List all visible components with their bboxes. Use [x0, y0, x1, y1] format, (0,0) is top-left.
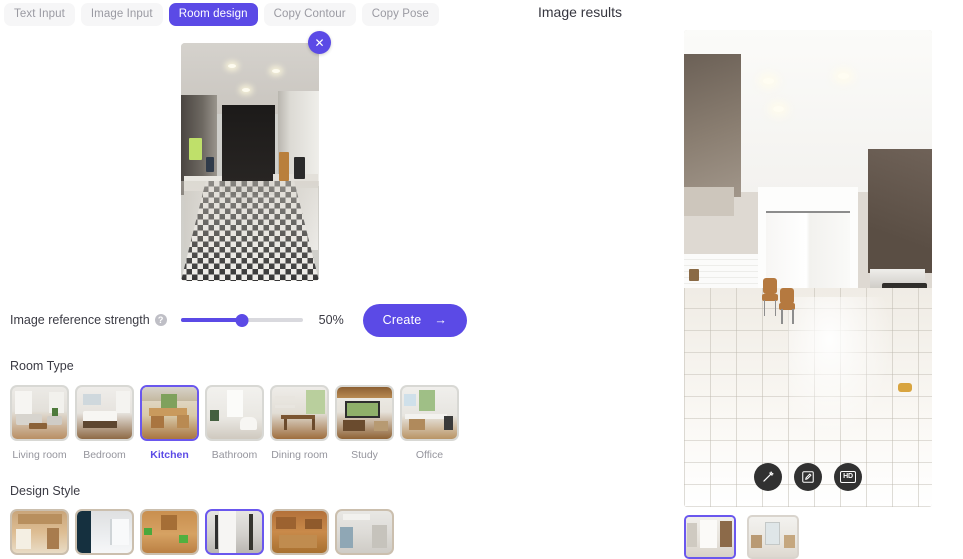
room-type-thumbnail[interactable] — [335, 385, 394, 441]
result-thumbnail-list — [684, 515, 799, 559]
room-type-label: Kitchen — [150, 449, 189, 461]
help-circle-icon[interactable]: ? — [154, 314, 167, 326]
result-image[interactable]: HD — [684, 30, 932, 507]
image-reference-strength-value: 50% — [318, 313, 344, 327]
room-type-label: Living room — [12, 449, 67, 461]
create-button-label: Create — [382, 313, 422, 327]
room-type-option-office[interactable]: Office — [400, 385, 459, 462]
design-style-option-6[interactable] — [335, 509, 394, 555]
hd-label: HD — [840, 471, 856, 483]
room-type-label: Office — [415, 449, 444, 461]
design-style-option-5[interactable] — [270, 509, 329, 555]
arrow-right-icon: → — [434, 313, 448, 327]
design-style-title: Design Style — [10, 484, 81, 498]
result-thumbnail-1[interactable] — [684, 515, 736, 559]
room-type-thumbnail[interactable] — [400, 385, 459, 441]
uploaded-image-container: ✕ — [181, 31, 331, 281]
result-action-buttons: HD — [754, 463, 862, 491]
room-type-option-dining-room[interactable]: Dining room — [270, 385, 329, 462]
room-type-label: Dining room — [271, 449, 328, 461]
room-type-thumbnail[interactable] — [140, 385, 199, 441]
room-type-label: Bedroom — [83, 449, 126, 461]
image-reference-strength-label: Image reference strength — [10, 313, 150, 327]
image-results-panel: Image results HD — [500, 0, 963, 559]
slider-thumb[interactable] — [235, 313, 249, 327]
room-type-thumbnail[interactable] — [205, 385, 264, 441]
design-style-option-3[interactable] — [140, 509, 199, 555]
room-design-app: Text Input Image Input Room design Copy … — [0, 0, 963, 559]
tab-room-design[interactable]: Room design — [168, 3, 258, 26]
room-type-option-kitchen[interactable]: Kitchen — [140, 385, 199, 462]
room-type-option-living-room[interactable]: Living room — [10, 385, 69, 462]
room-type-title: Room Type — [10, 359, 74, 373]
room-type-option-study[interactable]: Study — [335, 385, 394, 462]
design-style-option-4[interactable] — [205, 509, 264, 555]
hd-icon[interactable]: HD — [834, 463, 862, 491]
room-type-thumbnail[interactable] — [10, 385, 69, 441]
tab-copy-contour[interactable]: Copy Contour — [263, 3, 356, 26]
image-results-title: Image results — [538, 4, 623, 20]
design-style-options — [0, 509, 500, 555]
mode-tabbar: Text Input Image Input Room design Copy … — [0, 0, 500, 26]
image-reference-strength-row: Image reference strength ? 50% Create → — [0, 303, 500, 337]
room-type-option-bedroom[interactable]: Bedroom — [75, 385, 134, 462]
magic-wand-icon[interactable] — [754, 463, 782, 491]
remove-image-button[interactable]: ✕ — [308, 31, 331, 54]
room-type-label: Bathroom — [211, 449, 258, 461]
design-style-option-2[interactable] — [75, 509, 134, 555]
result-thumbnail-2[interactable] — [747, 515, 799, 559]
left-controls-panel: Text Input Image Input Room design Copy … — [0, 0, 500, 559]
tab-text-input[interactable]: Text Input — [4, 3, 75, 26]
room-type-thumbnail[interactable] — [270, 385, 329, 441]
image-reference-strength-slider[interactable] — [180, 313, 303, 327]
create-button[interactable]: Create → — [362, 303, 468, 337]
tab-copy-pose[interactable]: Copy Pose — [361, 3, 439, 26]
room-type-options: Living room Bedroom Kitchen Bathroom Din… — [0, 385, 500, 462]
design-style-option-1[interactable] — [10, 509, 69, 555]
uploaded-image[interactable] — [181, 43, 319, 281]
room-type-label: Study — [351, 449, 378, 461]
room-type-thumbnail[interactable] — [75, 385, 134, 441]
room-type-option-bathroom[interactable]: Bathroom — [205, 385, 264, 462]
tab-image-input[interactable]: Image Input — [80, 3, 163, 26]
edit-icon[interactable] — [794, 463, 822, 491]
